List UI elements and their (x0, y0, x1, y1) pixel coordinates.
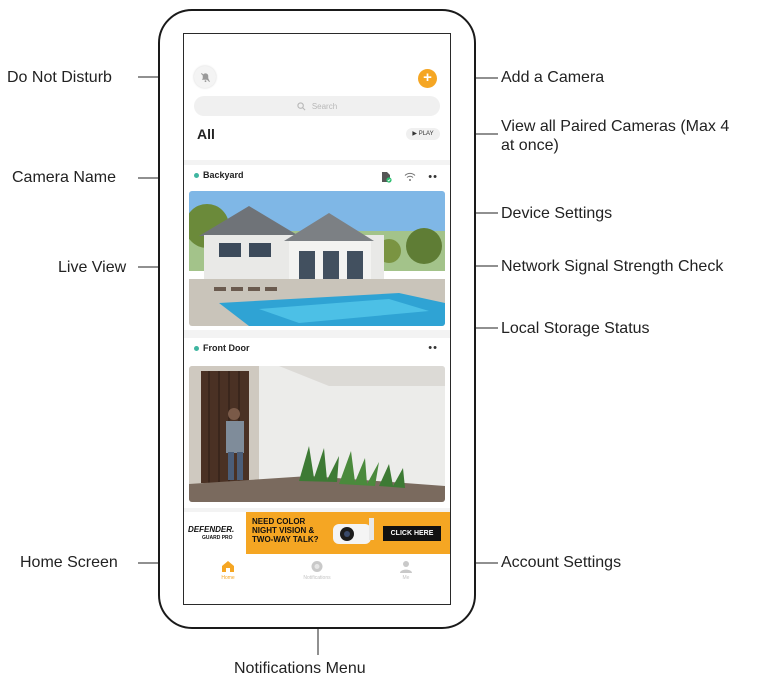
camera-toolbar: •• (428, 343, 438, 354)
tab-home-label: Home (221, 575, 235, 581)
callout-home-screen: Home Screen (20, 554, 118, 571)
callout-camera-name: Camera Name (12, 169, 117, 186)
do-not-disturb-button[interactable] (194, 66, 216, 88)
backyard-feed-image (189, 191, 445, 326)
device-settings-button[interactable]: •• (428, 172, 438, 183)
click-here-button[interactable]: CLICK HERE (383, 526, 441, 541)
bell-off-icon (200, 72, 210, 82)
top-bar: + Search All ▶ PLAY (184, 34, 450, 160)
wifi-signal-icon[interactable] (404, 172, 416, 182)
plus-icon: + (423, 69, 432, 86)
callout-account-settings: Account Settings (501, 554, 622, 571)
callout-local-storage: Local Storage Status (501, 320, 650, 337)
tab-me-label: Me (402, 575, 410, 581)
camera-product-image (333, 518, 374, 544)
promo-banner[interactable]: DEFENDER. GUARD PRO NEED COLOR NIGHT VIS… (184, 512, 450, 554)
promo-brand-panel: DEFENDER. GUARD PRO (184, 512, 246, 554)
camera-card-front-door[interactable]: Front Door •• (184, 338, 450, 508)
search-icon (297, 101, 306, 110)
camera-name-label: Front Door (203, 343, 250, 353)
sd-card-icon[interactable] (380, 171, 392, 183)
live-view-front-door[interactable] (189, 366, 445, 502)
bottom-tab-bar: Home Notifications Me (184, 554, 450, 604)
tab-me[interactable]: Me (376, 560, 436, 581)
search-bar[interactable]: Search (194, 96, 440, 116)
play-all-button[interactable]: ▶ PLAY (406, 128, 440, 140)
callout-live-view: Live View (58, 259, 127, 276)
camera-name: Backyard (194, 170, 244, 180)
callout-device-settings: Device Settings (501, 205, 613, 222)
callout-notifications-menu: Notifications Menu (234, 660, 366, 677)
tab-notifications[interactable]: Notifications (287, 560, 347, 581)
camera-toolbar: •• (380, 171, 438, 183)
promo-brand: DEFENDER. (188, 525, 235, 534)
section-title: All (197, 126, 215, 142)
device-settings-button[interactable]: •• (428, 343, 438, 354)
camera-name-label: Backyard (203, 170, 244, 180)
callout-view-all-paired: View all Paired Cameras (Max 4 at once) (501, 118, 730, 154)
user-icon (400, 561, 412, 573)
front-door-feed-image (189, 366, 445, 502)
promo-text: NEED COLOR NIGHT VISION & TWO-WAY TALK? (252, 517, 319, 544)
add-camera-button[interactable]: + (418, 69, 437, 88)
search-placeholder: Search (311, 101, 338, 111)
camera-name: Front Door (194, 343, 250, 353)
home-icon (222, 561, 234, 572)
bell-icon (311, 561, 323, 572)
callout-do-not-disturb: Do Not Disturb (7, 69, 112, 86)
promo-brand-sub: GUARD PRO (202, 535, 233, 541)
tab-home[interactable]: Home (198, 560, 258, 581)
app-screen: + Search All ▶ PLAY Backyard •• Front Do… (183, 33, 451, 605)
live-view-backyard[interactable] (189, 191, 445, 326)
online-status-dot (194, 172, 199, 178)
camera-card-backyard[interactable]: Backyard •• (184, 165, 450, 330)
tab-notifications-label: Notifications (303, 575, 331, 581)
callout-network-signal: Network Signal Strength Check (501, 258, 724, 275)
online-status-dot (194, 345, 199, 351)
callout-add-camera: Add a Camera (501, 69, 605, 86)
